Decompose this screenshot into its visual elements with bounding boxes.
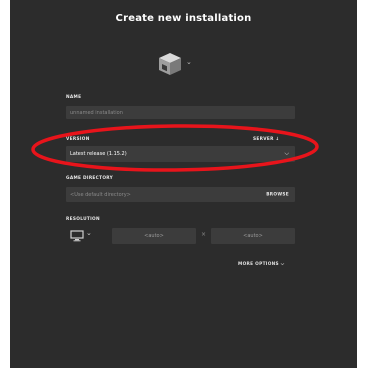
resolution-label: RESOLUTION bbox=[66, 217, 100, 222]
furnace-block-icon bbox=[159, 53, 181, 75]
resolution-preset-dropdown[interactable]: ⌄ bbox=[70, 229, 96, 243]
version-selected-value: Latest release (1.15.2) bbox=[70, 151, 127, 157]
installation-icon-picker[interactable]: ⌄ bbox=[158, 52, 202, 80]
version-label: VERSION bbox=[66, 137, 90, 142]
chevron-down-icon: ⌄ bbox=[186, 58, 192, 66]
dialog-title: Create new installation bbox=[115, 13, 252, 24]
create-installation-dialog: Create new installation ⌄ NAME unnamed i… bbox=[10, 0, 357, 368]
game-directory-placeholder: <Use default directory> bbox=[70, 191, 131, 198]
resolution-width-field[interactable]: <auto> bbox=[112, 228, 196, 244]
server-toggle[interactable]: SERVER ↓ bbox=[253, 137, 279, 142]
chevron-down-icon: ⌵ bbox=[284, 149, 289, 157]
more-options-link[interactable]: MORE OPTIONS ⌵ bbox=[238, 262, 284, 267]
version-select[interactable]: Latest release (1.15.2) ⌵ bbox=[66, 146, 295, 162]
resolution-width-value: <auto> bbox=[144, 233, 164, 239]
game-directory-field[interactable]: <Use default directory> BROWSE bbox=[66, 187, 295, 202]
browse-button[interactable]: BROWSE bbox=[266, 192, 289, 197]
name-placeholder: unnamed installation bbox=[70, 109, 123, 116]
chevron-down-icon: ⌄ bbox=[86, 229, 92, 237]
resolution-separator: × bbox=[201, 231, 207, 238]
monitor-icon bbox=[70, 230, 84, 242]
name-label: NAME bbox=[66, 95, 82, 100]
game-directory-label: GAME DIRECTORY bbox=[66, 176, 114, 181]
resolution-height-field[interactable]: <auto> bbox=[211, 228, 295, 244]
name-field[interactable]: unnamed installation bbox=[66, 106, 295, 119]
resolution-height-value: <auto> bbox=[243, 233, 263, 239]
